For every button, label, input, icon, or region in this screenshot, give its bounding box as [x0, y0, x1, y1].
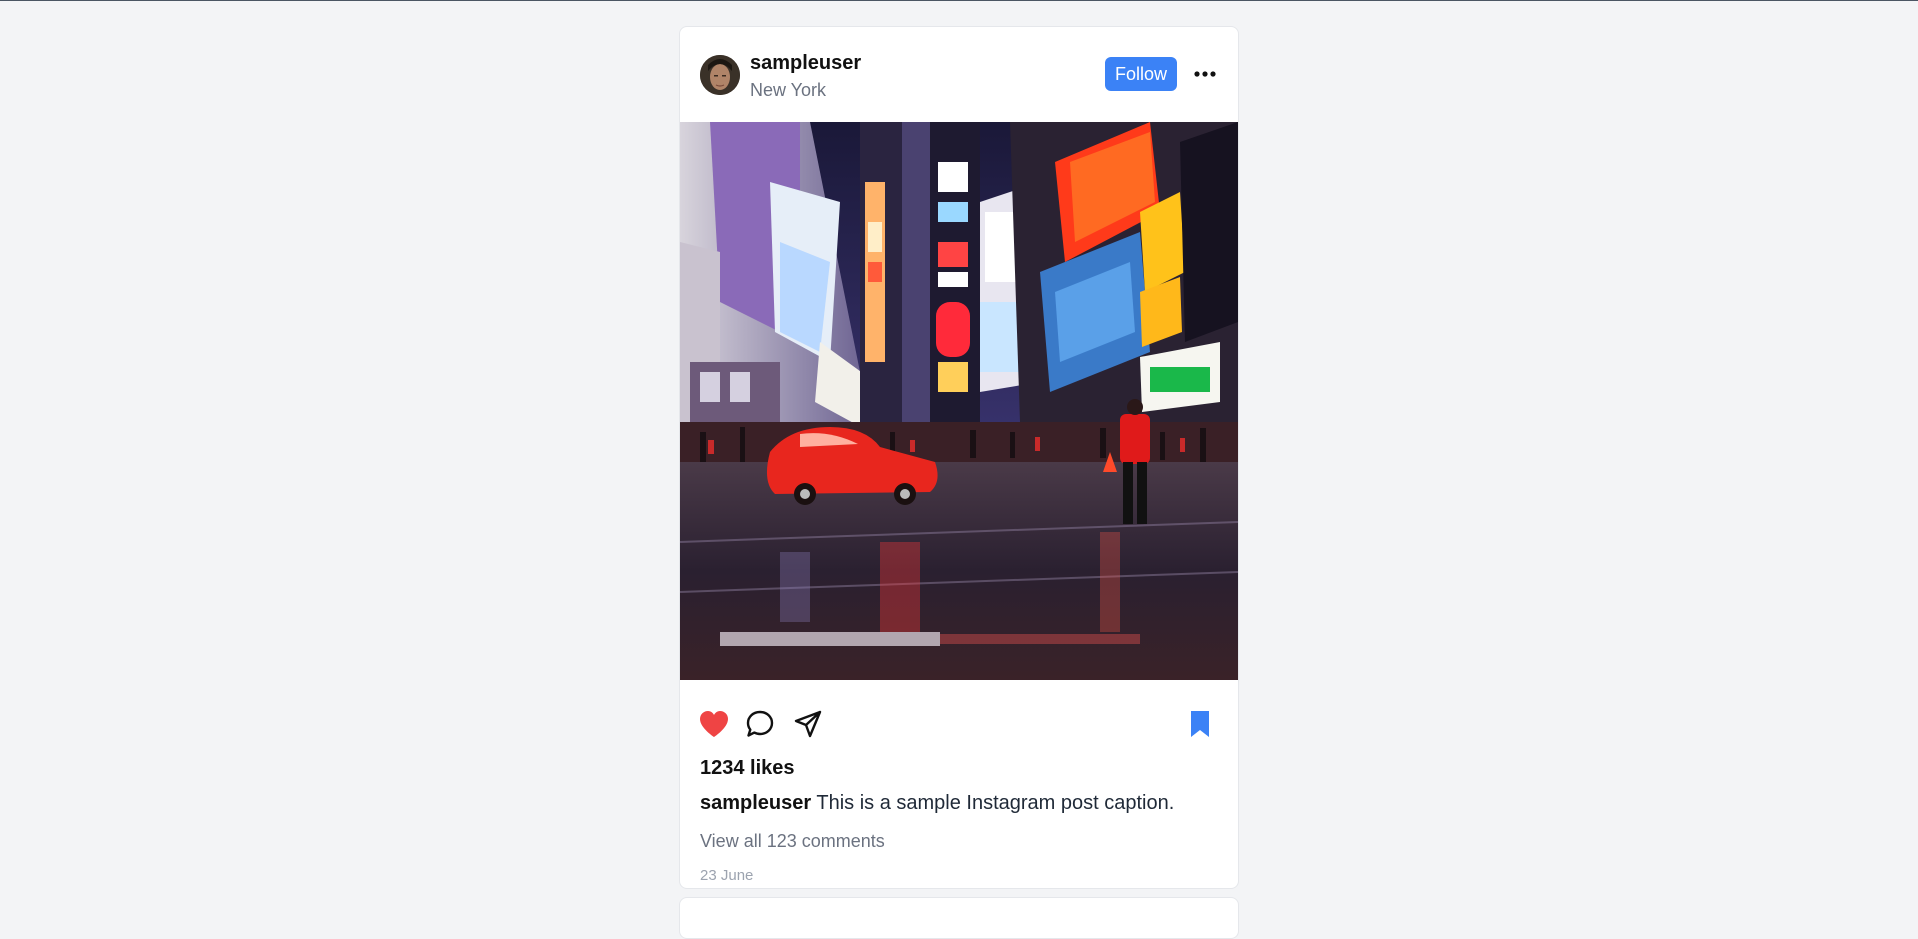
- user-meta: sampleuser New York: [750, 51, 861, 102]
- username[interactable]: sampleuser: [750, 51, 861, 75]
- more-options-icon[interactable]: [1190, 61, 1220, 87]
- post-card: sampleuser New York Follow 1234 likes sa…: [679, 26, 1239, 889]
- likes-count[interactable]: 1234 likes: [700, 757, 795, 780]
- post-header: sampleuser New York Follow: [680, 27, 1238, 121]
- caption: sampleuser This is a sample Instagram po…: [700, 792, 1174, 815]
- caption-username[interactable]: sampleuser: [700, 792, 811, 814]
- top-border: [0, 0, 1918, 1]
- next-post-card: [679, 897, 1239, 939]
- heart-icon[interactable]: [697, 707, 731, 741]
- post-date: 23 June: [700, 867, 754, 884]
- feed: sampleuser New York Follow 1234 likes sa…: [679, 26, 1239, 939]
- share-icon[interactable]: [791, 707, 825, 741]
- post-actions: [680, 707, 1238, 743]
- follow-button[interactable]: Follow: [1105, 57, 1178, 91]
- caption-text: This is a sample Instagram post caption.: [811, 792, 1175, 814]
- view-comments-link[interactable]: View all 123 comments: [700, 831, 885, 852]
- location[interactable]: New York: [750, 78, 861, 102]
- comment-icon[interactable]: [743, 707, 777, 741]
- avatar[interactable]: [700, 55, 740, 95]
- post-image[interactable]: [680, 122, 1238, 680]
- bookmark-icon[interactable]: [1183, 707, 1217, 741]
